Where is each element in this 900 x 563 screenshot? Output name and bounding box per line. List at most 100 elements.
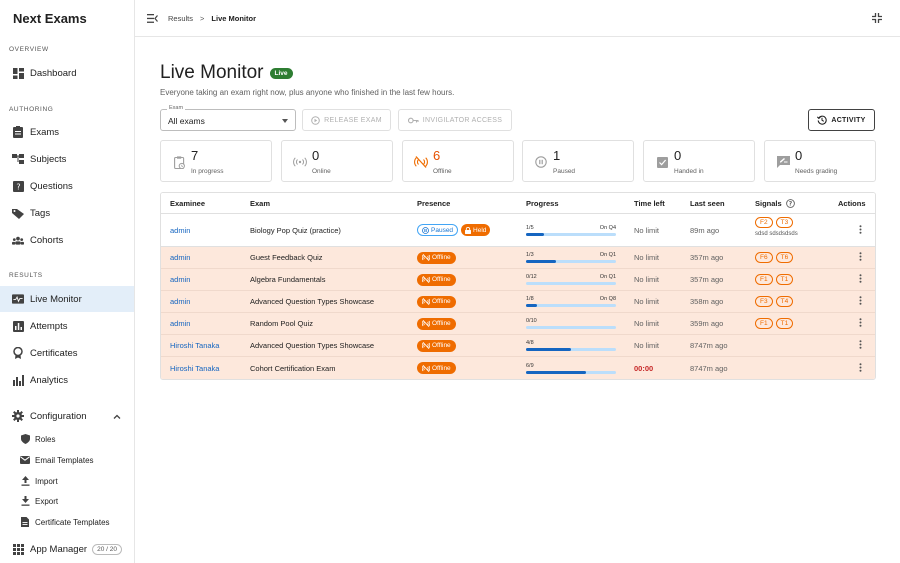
examinee-link[interactable]: admin	[170, 297, 190, 306]
examinee-link[interactable]: admin	[170, 226, 190, 235]
signal-badge[interactable]: T1	[775, 318, 794, 329]
signal-badge[interactable]: F1	[755, 318, 773, 329]
table-body: admin Biology Pop Quiz (practice) Paused He…	[161, 214, 875, 379]
svg-text:?: ?	[16, 182, 20, 191]
sidebar-item-live-monitor[interactable]: Live Monitor	[0, 286, 134, 312]
quiz-icon: ?	[12, 180, 24, 192]
col-exam[interactable]: Exam	[250, 199, 270, 208]
sidebar-subitem-import[interactable]: Import	[0, 471, 134, 491]
chip-label: Offline	[432, 298, 451, 305]
signal-badge[interactable]: T6	[775, 252, 794, 263]
sidebar-item-certificates[interactable]: Certificates	[0, 340, 134, 366]
sidebar-item-label: Exams	[30, 126, 60, 138]
sidebar-subitem-label: Email Templates	[35, 455, 94, 465]
exit-fullscreen-icon[interactable]	[872, 13, 882, 25]
signal-badge[interactable]: F6	[755, 252, 773, 263]
sidebar-item-dashboard[interactable]: Dashboard	[0, 60, 134, 86]
sidebar-subitem-export[interactable]: Export	[0, 491, 134, 511]
last-seen: 8747m ago	[690, 363, 728, 373]
time-left: No limit	[634, 253, 660, 262]
signal-badge[interactable]: T1	[775, 274, 794, 285]
table-row[interactable]: Hiroshi Tanaka Advanced Question Types Sh…	[161, 335, 875, 357]
col-signals[interactable]: Signals ?	[755, 199, 795, 208]
exam-select[interactable]: Exam All exams	[160, 105, 296, 131]
signal-badge[interactable]: F3	[755, 296, 773, 307]
signal-badge[interactable]: T4	[775, 296, 794, 307]
release-exam-button[interactable]: RELEASE EXAM	[302, 109, 391, 131]
progress-count: 4/8	[526, 340, 534, 346]
row-actions-menu-icon[interactable]	[859, 362, 862, 374]
exam-name: Algebra Fundamentals	[250, 275, 326, 284]
row-actions-menu-icon[interactable]	[859, 224, 862, 236]
row-actions-menu-icon[interactable]	[859, 274, 862, 285]
live-badge: Live	[269, 67, 293, 79]
last-seen: 358m ago	[690, 297, 724, 306]
stat-card-online: 0 Online	[281, 140, 393, 182]
signals-cell: F6 T6	[755, 252, 796, 263]
progress-question: On Q1	[599, 252, 616, 258]
sidebar-item-attempts[interactable]: Attempts	[0, 313, 134, 339]
row-actions-menu-icon[interactable]	[859, 252, 862, 263]
col-last-seen[interactable]: Last seen	[690, 199, 725, 208]
key-icon	[407, 117, 419, 124]
progress-question: On Q4	[599, 224, 616, 231]
signal-off-icon	[422, 364, 430, 372]
sidebar-subitem-label: Certificate Templates	[35, 517, 110, 527]
col-progress[interactable]: Progress	[526, 199, 559, 208]
row-actions-menu-icon[interactable]	[859, 340, 862, 351]
sidebar-item-label: Analytics	[30, 374, 69, 386]
last-seen: 359m ago	[690, 319, 724, 328]
table-row[interactable]: admin Advanced Question Types Showcase Off…	[161, 291, 875, 313]
breadcrumb-parent[interactable]: Results	[168, 14, 193, 23]
col-time-left[interactable]: Time left	[634, 199, 665, 208]
sidebar-subitem-roles[interactable]: Roles	[0, 429, 134, 449]
sidebar-item-analytics[interactable]: Analytics	[0, 367, 134, 393]
sidebar-item-cohorts[interactable]: Cohorts	[0, 227, 134, 253]
sidebar-item-subjects[interactable]: Subjects	[0, 146, 134, 172]
col-presence[interactable]: Presence	[417, 199, 450, 208]
signal-badges: F6 T6	[755, 252, 796, 263]
sidebar-item-tags[interactable]: Tags	[0, 200, 134, 226]
sidebar-item-app-manager[interactable]: App Manager 20 / 20	[0, 536, 134, 562]
award-icon	[12, 347, 24, 359]
activity-button[interactable]: ACTIVITY	[808, 109, 875, 131]
sidebar-item-exams[interactable]: Exams	[0, 119, 134, 145]
signal-off-icon	[422, 342, 430, 349]
wifi-tethering-icon	[293, 155, 307, 169]
group-icon	[12, 234, 24, 246]
examinee-link[interactable]: admin	[170, 253, 190, 262]
presence-cell: Offline	[417, 295, 456, 308]
row-actions-menu-icon[interactable]	[859, 318, 862, 329]
table-row[interactable]: Hiroshi Tanaka Cohort Certification Exam O…	[161, 357, 875, 379]
sidebar-subitem-email-templates[interactable]: Email Templates	[0, 450, 134, 470]
signal-badge[interactable]: F2	[755, 217, 773, 228]
examinee-link[interactable]: admin	[170, 319, 190, 328]
row-actions-menu-icon[interactable]	[859, 296, 862, 307]
collapse-menu-icon[interactable]	[147, 13, 158, 23]
sidebar-item-label: App Manager	[30, 543, 88, 555]
status-chip-offline: Offline	[417, 317, 456, 330]
stat-card-offline: 6 Offline	[402, 140, 514, 182]
examinee-link[interactable]: Hiroshi Tanaka	[170, 364, 219, 373]
signal-badge[interactable]: T3	[775, 217, 794, 228]
examinee-link[interactable]: Hiroshi Tanaka	[170, 341, 219, 350]
table-row[interactable]: admin Algebra Fundamentals Offline 0/12 On Q…	[161, 269, 875, 291]
invigilator-access-button[interactable]: INVIGILATOR ACCESS	[398, 109, 512, 131]
sidebar-item-configuration[interactable]: Configuration	[0, 403, 134, 429]
signal-badge[interactable]: F1	[755, 274, 773, 285]
presence-cell: Offline	[417, 273, 456, 286]
sidebar-item-questions[interactable]: ? Questions	[0, 173, 134, 199]
sidebar-subitem-certificate-templates[interactable]: Certificate Templates	[0, 512, 134, 532]
progress-cell: 0/10	[526, 318, 616, 329]
progress-bar-fill	[526, 348, 571, 351]
col-examinee[interactable]: Examinee	[170, 199, 205, 208]
table-row[interactable]: admin Biology Pop Quiz (practice) Paused He…	[161, 214, 875, 247]
table-row[interactable]: admin Random Pool Quiz Offline 0/10 No limit…	[161, 313, 875, 335]
lock-icon	[465, 226, 472, 234]
last-seen: 8747m ago	[690, 341, 728, 350]
help-icon[interactable]: ?	[785, 198, 795, 208]
stat-label: Offline	[433, 168, 452, 175]
table-row[interactable]: admin Guest Feedback Quiz Offline 1/3 On Q1 N…	[161, 247, 875, 269]
examinee-link[interactable]: admin	[170, 275, 190, 284]
page-subtitle: Everyone taking an exam right now, plus …	[160, 88, 455, 97]
